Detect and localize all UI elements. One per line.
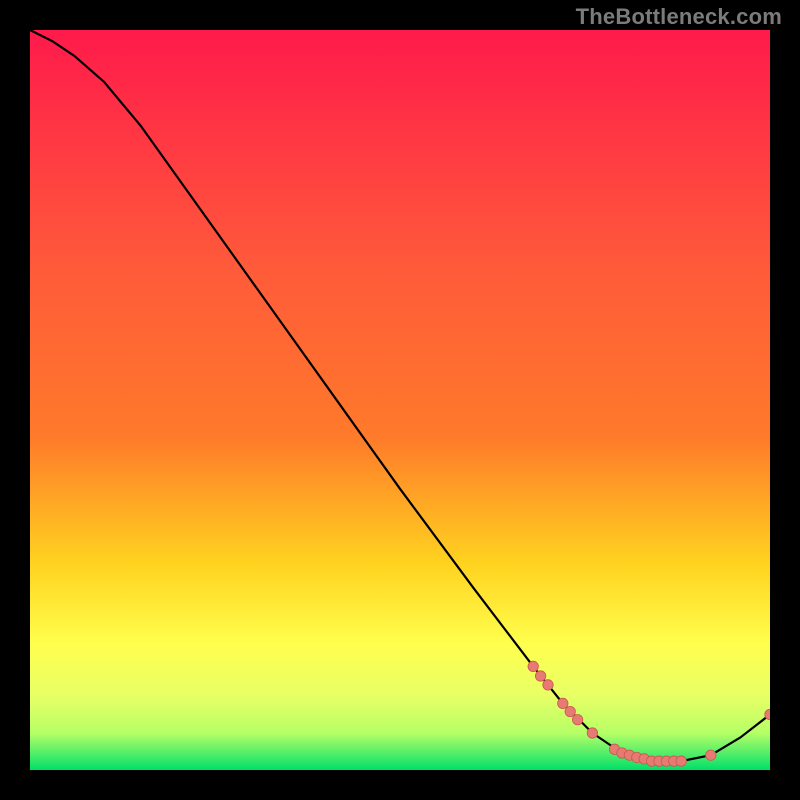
watermark-text: TheBottleneck.com — [576, 4, 782, 30]
data-marker — [565, 706, 575, 716]
data-marker — [572, 714, 582, 724]
plot-area — [30, 30, 770, 770]
data-marker — [528, 661, 538, 671]
data-marker — [706, 750, 716, 760]
data-marker — [558, 698, 568, 708]
data-marker — [543, 680, 553, 690]
data-marker — [676, 756, 686, 766]
gradient-background — [30, 30, 770, 770]
chart-svg — [30, 30, 770, 770]
data-marker — [535, 671, 545, 681]
chart-container: TheBottleneck.com — [0, 0, 800, 800]
data-marker — [587, 728, 597, 738]
